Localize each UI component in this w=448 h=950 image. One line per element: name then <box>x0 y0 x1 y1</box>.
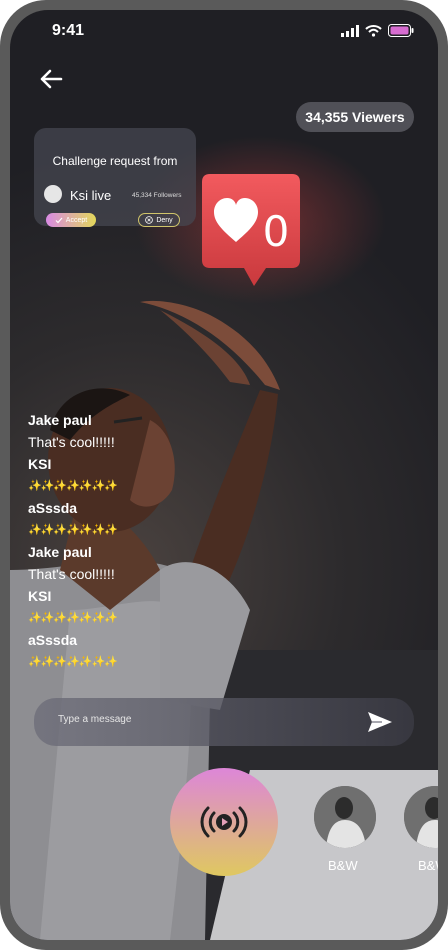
filter-preview-image <box>314 786 376 848</box>
message-author: aSssda <box>28 500 78 516</box>
wifi-icon <box>365 24 382 37</box>
check-icon <box>55 217 63 223</box>
deny-label: Deny <box>156 216 173 224</box>
message-author: Jake paul <box>28 412 92 428</box>
chat-message: Jake paul That's cool!!!!! <box>28 410 228 454</box>
deny-button[interactable]: Deny <box>138 213 180 227</box>
live-stream-screen: 9:41 34,355 Viewers Challenge request fr… <box>10 10 438 940</box>
challenge-title: Challenge request from <box>52 154 178 168</box>
status-bar: 9:41 <box>10 10 438 54</box>
message-input[interactable]: Type a message <box>34 698 414 746</box>
battery-icon <box>388 24 414 37</box>
chat-messages: Jake paul That's cool!!!!! KSI ✨✨✨✨✨✨✨ a… <box>28 410 228 674</box>
message-text: ✨✨✨✨✨✨✨ <box>28 656 118 668</box>
status-time: 9:41 <box>52 22 85 39</box>
challenger-name: Ksi live <box>70 188 112 203</box>
message-text: ✨✨✨✨✨✨✨ <box>28 480 118 492</box>
chat-message: KSI ✨✨✨✨✨✨✨ <box>28 586 228 630</box>
back-arrow-icon <box>40 69 63 89</box>
message-text: That's cool!!!!! <box>28 434 115 450</box>
message-author: aSssda <box>28 632 78 648</box>
chat-message: KSI ✨✨✨✨✨✨✨ <box>28 454 228 498</box>
challenger-followers: 45,334 Followers <box>132 192 182 199</box>
status-icons <box>341 24 414 37</box>
message-placeholder: Type a message <box>58 714 132 725</box>
like-notification-badge: 0 <box>202 174 300 286</box>
close-circle-icon <box>145 216 154 224</box>
message-author: KSI <box>28 588 52 604</box>
back-button[interactable] <box>36 64 66 94</box>
like-count: 0 <box>263 207 290 256</box>
filter-label: B&W <box>328 858 358 873</box>
go-live-button[interactable] <box>170 768 278 876</box>
challenger-avatar <box>44 185 62 203</box>
viewers-count-badge: 34,355 Viewers <box>296 102 414 132</box>
accept-label: Accept <box>65 216 88 224</box>
message-author: KSI <box>28 456 52 472</box>
chat-message: aSssda ✨✨✨✨✨✨✨ <box>28 498 228 542</box>
filter-bw[interactable] <box>314 786 376 848</box>
accept-button[interactable]: Accept <box>46 213 96 227</box>
message-text: That's cool!!!!! <box>28 566 115 582</box>
message-text: ✨✨✨✨✨✨✨ <box>28 524 118 536</box>
chat-message: Jake paul That's cool!!!!! <box>28 542 228 586</box>
message-text: ✨✨✨✨✨✨✨ <box>28 612 118 624</box>
phone-frame: 9:41 34,355 Viewers Challenge request fr… <box>0 0 448 950</box>
filter-label: B&W <box>418 858 438 873</box>
send-icon[interactable] <box>366 710 394 734</box>
chat-message: aSssda ✨✨✨✨✨✨✨ <box>28 630 228 674</box>
live-broadcast-icon <box>200 806 248 838</box>
challenge-request-card: Challenge request from Ksi live 45,334 F… <box>34 128 196 227</box>
message-author: Jake paul <box>28 544 92 560</box>
cellular-signal-icon <box>341 24 359 37</box>
